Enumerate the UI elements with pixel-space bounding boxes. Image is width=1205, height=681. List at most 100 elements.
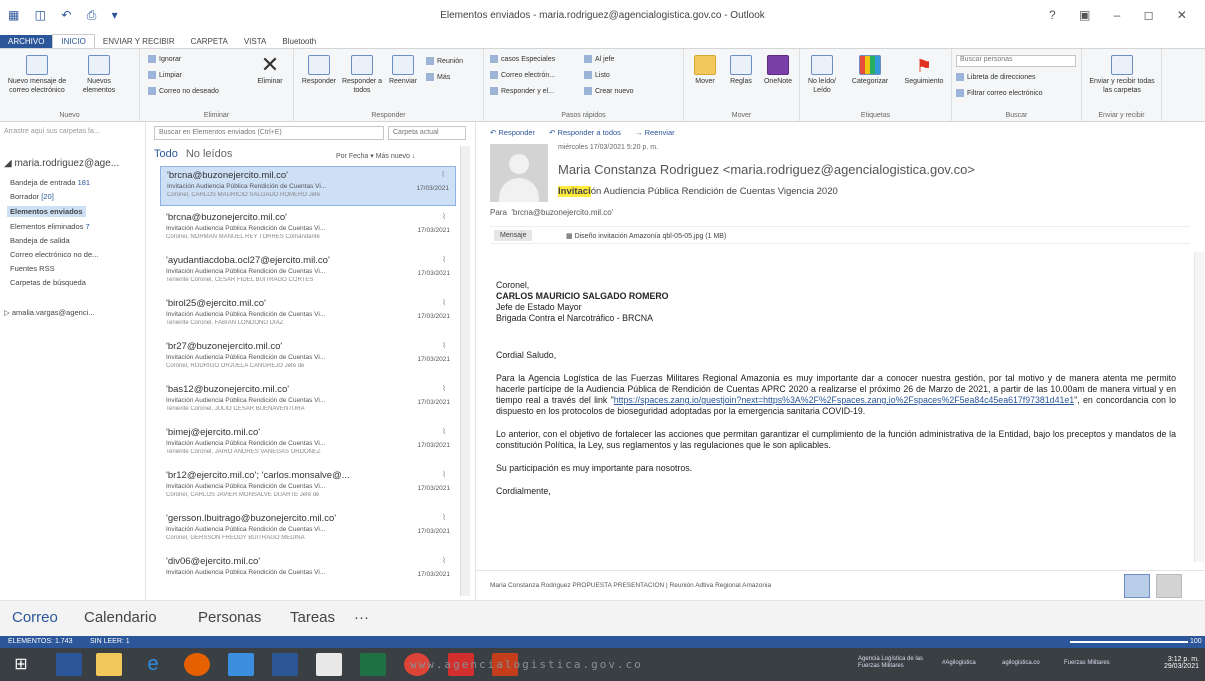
reply-all-button[interactable]: Responder a todos bbox=[340, 55, 384, 95]
sort-control[interactable]: Por Fecha ▾ Más nuevo ↓ bbox=[336, 152, 415, 160]
tab-vista[interactable]: VISTA bbox=[236, 35, 275, 48]
filter-email-button[interactable]: Filtrar correo electrónico bbox=[956, 89, 1042, 97]
app-taskbar-icon[interactable] bbox=[316, 653, 342, 676]
outlook-taskbar-icon[interactable] bbox=[56, 653, 82, 676]
reply-link[interactable]: ↶ Responder bbox=[490, 128, 541, 137]
message-list-item[interactable]: 'ayudantiacdoba.ocl27@ejercito.mil.co' In… bbox=[160, 252, 456, 292]
message-list-item[interactable]: 'gersson.lbuitrago@buzonejercito.mil.co'… bbox=[160, 510, 456, 550]
forward-link[interactable]: → Reenviar bbox=[635, 128, 681, 137]
meeting-link[interactable]: https://spaces.zang.io/guestjoin?next=ht… bbox=[614, 395, 1074, 405]
people-pane-text[interactable]: Maria Constanza Rodriguez PROPUESTA PRES… bbox=[490, 582, 771, 589]
message-list-item[interactable]: 'birol25@ejercito.mil.co' Invitación Audi… bbox=[160, 295, 456, 335]
search-input[interactable]: Buscar en Elementos enviados (Ctrl+E) bbox=[154, 126, 384, 140]
system-clock[interactable]: 3:12 p. m. 29/03/2021 bbox=[1164, 656, 1199, 670]
message-tab[interactable]: Mensaje bbox=[494, 230, 533, 241]
categorize-button[interactable]: Categorizar bbox=[844, 55, 896, 86]
junk-button[interactable]: Correo no deseado bbox=[148, 87, 219, 95]
group-label: Eliminar bbox=[203, 112, 230, 119]
tab-archivo[interactable]: ARCHIVO bbox=[0, 35, 53, 48]
account-amalia[interactable]: ▷ amalia.vargas@agenci... bbox=[4, 308, 95, 317]
message-preview: Coronel, CARLOS MAURICIO SALGADO ROMERO … bbox=[167, 192, 321, 198]
tab-bluetooth[interactable]: Bluetooth bbox=[274, 35, 324, 48]
excel-icon[interactable] bbox=[360, 653, 386, 676]
onenote-button[interactable]: OneNote bbox=[760, 55, 796, 86]
ignore-button[interactable]: Ignorar bbox=[148, 55, 181, 63]
message-list-item[interactable]: 'br12@ejercito.mil.co'; 'carlos.monsalve… bbox=[160, 467, 456, 507]
group-eliminar: Ignorar Limpiar Correo no deseado ✕ Elim… bbox=[140, 49, 294, 121]
nav-calendario[interactable]: Calendario bbox=[84, 609, 157, 626]
quickstep-crear[interactable]: Crear nuevo bbox=[584, 87, 634, 95]
message-list-item[interactable]: 'brcna@buzonejercito.mil.co' Invitación A… bbox=[160, 209, 456, 249]
move-button[interactable]: Mover bbox=[688, 55, 722, 86]
meeting-button[interactable]: Reunión bbox=[426, 57, 463, 65]
delete-button[interactable]: ✕ Eliminar bbox=[250, 53, 290, 86]
lightning-icon bbox=[584, 87, 592, 95]
folder-search[interactable]: Carpetas de búsqueda bbox=[10, 278, 86, 287]
message-list-item[interactable]: 'br27@buzonejercito.mil.co' Invitación Au… bbox=[160, 338, 456, 378]
folder-drafts[interactable]: Borrador [20] bbox=[10, 192, 54, 201]
quickstep-responder[interactable]: Responder y el... bbox=[490, 87, 554, 95]
file-explorer-icon[interactable] bbox=[96, 653, 122, 676]
message-list-scrollbar[interactable] bbox=[460, 146, 470, 596]
nav-tareas[interactable]: Tareas bbox=[290, 609, 335, 626]
message-date: 17/03/2021 bbox=[416, 185, 449, 192]
sender-name[interactable]: Maria Constanza Rodriguez <maria.rodrigu… bbox=[558, 162, 975, 177]
message-body: Coronel, CARLOS MAURICIO SALGADO ROMERO … bbox=[496, 280, 1176, 496]
folder-inbox[interactable]: Bandeja de entrada 181 bbox=[10, 178, 90, 187]
folder-deleted[interactable]: Elementos eliminados 7 bbox=[10, 222, 90, 231]
folder-junk[interactable]: Correo electrónico no de... bbox=[10, 250, 98, 259]
search-scope-dropdown[interactable]: Carpeta actual bbox=[388, 126, 466, 140]
reading-actions: ↶ Responder ↶ Responder a todos → Reenvi… bbox=[490, 128, 687, 137]
search-people-input[interactable]: Buscar personas bbox=[956, 55, 1076, 67]
quickstep-especiales[interactable]: casos Especiales bbox=[490, 55, 555, 63]
nav-correo[interactable]: Correo bbox=[12, 609, 58, 626]
tab-inicio[interactable]: INICIO bbox=[52, 34, 95, 48]
internet-explorer-icon[interactable]: e bbox=[140, 653, 166, 676]
tab-carpeta[interactable]: CARPETA bbox=[183, 35, 236, 48]
quickstep-jefe[interactable]: Al jefe bbox=[584, 55, 614, 63]
app-taskbar-icon[interactable] bbox=[228, 653, 254, 676]
more-button[interactable]: Más bbox=[426, 73, 450, 81]
folder-rss[interactable]: Fuentes RSS bbox=[10, 264, 55, 273]
filter-all[interactable]: Todo bbox=[154, 148, 178, 160]
send-receive-all-button[interactable]: Enviar y recibir todas las carpetas bbox=[1086, 55, 1158, 95]
rules-button[interactable]: Reglas bbox=[724, 55, 758, 86]
account-maria[interactable]: ◢ maria.rodriguez@age... bbox=[4, 158, 119, 169]
checkmark-icon bbox=[584, 71, 592, 79]
cleanup-button[interactable]: Limpiar bbox=[148, 71, 182, 79]
reply-all-link[interactable]: ↶ Responder a todos bbox=[549, 128, 627, 137]
title-bar: ▦ ◫ ↶ ⎙ ▾ Elementos enviados - maria.rod… bbox=[0, 0, 1205, 30]
forward-button[interactable]: Reenviar bbox=[384, 55, 422, 86]
window-controls[interactable]: ? ▣ – ◻ ✕ bbox=[1049, 8, 1197, 22]
folder-outbox[interactable]: Bandeja de salida bbox=[10, 236, 70, 245]
zoom-slider[interactable] bbox=[1070, 641, 1188, 643]
person-photo-icon[interactable] bbox=[1124, 574, 1150, 598]
followup-button[interactable]: ⚑ Seguimiento bbox=[898, 55, 950, 86]
quickstep-listo[interactable]: Listo bbox=[584, 71, 610, 79]
message-preview: Coronel, NORMAN MANUEL REY TORRES Comand… bbox=[166, 234, 320, 240]
nav-more[interactable]: ··· bbox=[354, 609, 369, 626]
new-items-button[interactable]: Nuevos elementos bbox=[74, 55, 124, 95]
folder-sent[interactable]: Elementos enviados bbox=[7, 206, 86, 217]
firefox-icon[interactable] bbox=[184, 653, 210, 676]
filter-unread[interactable]: No leídos bbox=[186, 148, 232, 160]
message-date: 17/03/2021 bbox=[417, 442, 450, 449]
body-scrollbar[interactable] bbox=[1194, 252, 1204, 562]
people-pane: Maria Constanza Rodriguez PROPUESTA PRES… bbox=[476, 570, 1205, 600]
message-list-item[interactable]: 'brcna@buzonejercito.mil.co' Invitación A… bbox=[160, 166, 456, 206]
quickstep-correo[interactable]: Correo electrón... bbox=[490, 71, 555, 79]
new-mail-button[interactable]: Nuevo mensaje de correo electrónico bbox=[6, 55, 68, 95]
nav-personas[interactable]: Personas bbox=[198, 609, 261, 626]
reply-button[interactable]: Responder bbox=[298, 55, 340, 86]
word-icon[interactable] bbox=[272, 653, 298, 676]
address-book-button[interactable]: Libreta de direcciones bbox=[956, 73, 1036, 81]
unread-read-button[interactable]: No leído/ Leído bbox=[802, 55, 842, 95]
message-list-item[interactable]: 'bimej@ejercito.mil.co' Invitación Audien… bbox=[160, 424, 456, 464]
quickstep-icon bbox=[490, 87, 498, 95]
windows-start-icon[interactable]: ⊞ bbox=[8, 653, 34, 676]
attachment-file[interactable]: ▦ Diseño invitación Amazonía qbl-05-05.j… bbox=[566, 232, 726, 240]
message-list-item[interactable]: 'bas12@buzonejercito.mil.co' Invitación A… bbox=[160, 381, 456, 421]
message-list-item[interactable]: 'div06@ejercito.mil.co' Invitación Audien… bbox=[160, 553, 456, 593]
tab-enviar-recibir[interactable]: ENVIAR Y RECIBIR bbox=[95, 35, 183, 48]
person-photo-icon[interactable] bbox=[1156, 574, 1182, 598]
